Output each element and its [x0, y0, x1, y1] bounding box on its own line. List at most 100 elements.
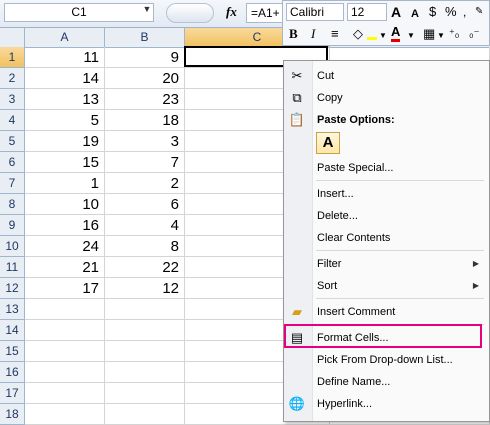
- format-painter-icon[interactable]: ✎: [475, 3, 483, 21]
- comma-style-icon[interactable]: ,: [463, 3, 466, 21]
- cell-b-13[interactable]: [105, 299, 185, 320]
- cell-a-1[interactable]: 11: [25, 47, 105, 68]
- name-box-dropdown-icon[interactable]: ▼: [140, 2, 154, 17]
- menu-separator: [316, 250, 484, 251]
- select-all-corner[interactable]: [0, 28, 25, 47]
- cell-a-14[interactable]: [25, 320, 105, 341]
- cell-b-17[interactable]: [105, 383, 185, 404]
- formula-controls[interactable]: [166, 3, 214, 23]
- cell-a-8[interactable]: 10: [25, 194, 105, 215]
- column-header-b[interactable]: B: [105, 28, 185, 47]
- cell-b-1[interactable]: 9: [105, 47, 185, 68]
- cell-a-4[interactable]: 5: [25, 110, 105, 131]
- cell-b-4[interactable]: 18: [105, 110, 185, 131]
- menu-item-filter[interactable]: Filter ▶: [284, 253, 489, 275]
- cell-b-11[interactable]: 22: [105, 257, 185, 278]
- fill-color-dropdown-icon[interactable]: ▼: [379, 27, 387, 45]
- menu-item-label: Copy: [317, 92, 343, 104]
- row-header[interactable]: 1: [0, 47, 25, 68]
- row-header[interactable]: 14: [0, 320, 25, 341]
- currency-format-icon[interactable]: $: [429, 3, 436, 21]
- font-color-dropdown-icon[interactable]: ▼: [407, 27, 415, 45]
- row-header[interactable]: 8: [0, 194, 25, 215]
- cell-a-10[interactable]: 24: [25, 236, 105, 257]
- menu-item-pick-from-list[interactable]: Pick From Drop-down List...: [284, 349, 489, 371]
- mini-toolbar: Calibri ▼ 12 A A $ % , ✎ B I ≡ ◇ ▼ A ▼ ▦…: [282, 0, 490, 46]
- insert-function-icon[interactable]: fx: [226, 4, 237, 20]
- row-header[interactable]: 6: [0, 152, 25, 173]
- cell-a-11[interactable]: 21: [25, 257, 105, 278]
- cell-b-2[interactable]: 20: [105, 68, 185, 89]
- cell-b-7[interactable]: 2: [105, 173, 185, 194]
- cell-b-9[interactable]: 4: [105, 215, 185, 236]
- format-cells-highlight-box: [284, 324, 482, 348]
- borders-dropdown-icon[interactable]: ▼: [437, 27, 445, 45]
- row-header[interactable]: 16: [0, 362, 25, 383]
- shrink-font-icon[interactable]: A: [411, 5, 419, 23]
- column-header-a[interactable]: A: [25, 28, 105, 47]
- comment-icon: ▰: [292, 304, 302, 319]
- menu-item-delete[interactable]: Delete...: [284, 205, 489, 227]
- row-header[interactable]: 7: [0, 173, 25, 194]
- font-size-box[interactable]: 12: [347, 3, 387, 21]
- cell-a-12[interactable]: 17: [25, 278, 105, 299]
- scissors-icon: ✂: [291, 68, 303, 83]
- cell-a-7[interactable]: 1: [25, 173, 105, 194]
- cell-a-6[interactable]: 15: [25, 152, 105, 173]
- menu-item-insert-comment[interactable]: ▰ Insert Comment: [284, 301, 489, 323]
- percent-format-icon[interactable]: %: [445, 3, 457, 21]
- menu-item-cut[interactable]: ✂ Cut: [284, 65, 489, 87]
- menu-item-label: Define Name...: [317, 376, 391, 388]
- cell-b-10[interactable]: 8: [105, 236, 185, 257]
- paste-keep-text-button[interactable]: A: [316, 132, 340, 154]
- menu-item-label: Hyperlink...: [317, 398, 373, 410]
- menu-item-label: Clear Contents: [317, 232, 391, 244]
- increase-decimal-icon[interactable]: ⁺₀: [449, 25, 459, 43]
- row-header[interactable]: 11: [0, 257, 25, 278]
- cell-a-17[interactable]: [25, 383, 105, 404]
- row-header[interactable]: 5: [0, 131, 25, 152]
- menu-item-label: Insert Comment: [317, 306, 396, 318]
- cell-a-9[interactable]: 16: [25, 215, 105, 236]
- cell-b-8[interactable]: 6: [105, 194, 185, 215]
- row-header[interactable]: 2: [0, 68, 25, 89]
- fill-color-icon[interactable]: ◇: [353, 25, 363, 43]
- row-header[interactable]: 10: [0, 236, 25, 257]
- bold-icon[interactable]: B: [289, 25, 298, 43]
- name-box[interactable]: C1: [4, 3, 154, 22]
- font-name-box[interactable]: Calibri: [286, 3, 344, 21]
- row-header[interactable]: 3: [0, 89, 25, 110]
- row-header[interactable]: 13: [0, 299, 25, 320]
- menu-item-sort[interactable]: Sort ▶: [284, 275, 489, 297]
- cell-b-14[interactable]: [105, 320, 185, 341]
- cell-a-3[interactable]: 13: [25, 89, 105, 110]
- decrease-decimal-icon[interactable]: ₀⁻: [469, 25, 479, 43]
- menu-item-clear-contents[interactable]: Clear Contents: [284, 227, 489, 249]
- borders-icon[interactable]: ▦: [423, 25, 435, 43]
- row-header[interactable]: 17: [0, 383, 25, 404]
- font-color-icon[interactable]: A: [391, 24, 401, 42]
- menu-item-copy[interactable]: ⧉ Copy: [284, 87, 489, 109]
- row-header[interactable]: 4: [0, 110, 25, 131]
- menu-item-define-name[interactable]: Define Name...: [284, 371, 489, 393]
- row-header[interactable]: 15: [0, 341, 25, 362]
- center-align-icon[interactable]: ≡: [331, 25, 339, 43]
- menu-item-hyperlink[interactable]: 🌐 Hyperlink...: [284, 393, 489, 415]
- cell-a-5[interactable]: 19: [25, 131, 105, 152]
- cell-b-6[interactable]: 7: [105, 152, 185, 173]
- menu-item-insert[interactable]: Insert...: [284, 183, 489, 205]
- row-header[interactable]: 9: [0, 215, 25, 236]
- cell-b-12[interactable]: 12: [105, 278, 185, 299]
- menu-item-paste-special[interactable]: Paste Special...: [284, 157, 489, 179]
- cell-b-5[interactable]: 3: [105, 131, 185, 152]
- cell-b-15[interactable]: [105, 341, 185, 362]
- italic-icon[interactable]: I: [311, 25, 315, 43]
- cell-b-3[interactable]: 23: [105, 89, 185, 110]
- cell-a-13[interactable]: [25, 299, 105, 320]
- row-header[interactable]: 12: [0, 278, 25, 299]
- cell-a-16[interactable]: [25, 362, 105, 383]
- cell-b-16[interactable]: [105, 362, 185, 383]
- cell-a-2[interactable]: 14: [25, 68, 105, 89]
- cell-a-15[interactable]: [25, 341, 105, 362]
- grow-font-icon[interactable]: A: [391, 3, 401, 21]
